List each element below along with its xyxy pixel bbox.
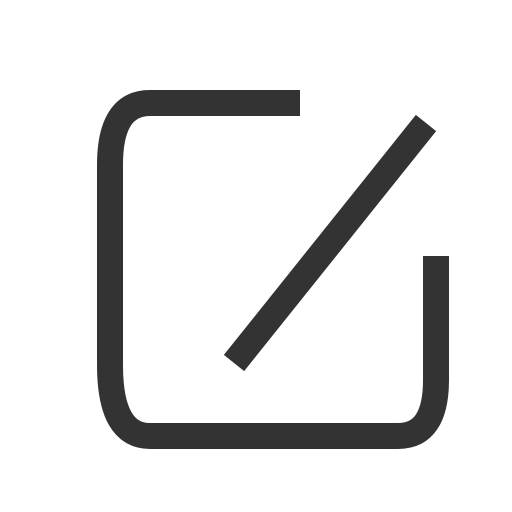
icon-canvas <box>0 0 512 512</box>
edit-icon[interactable] <box>0 0 512 512</box>
edit-icon-pencil <box>223 114 437 372</box>
edit-icon-graphic <box>97 90 449 449</box>
